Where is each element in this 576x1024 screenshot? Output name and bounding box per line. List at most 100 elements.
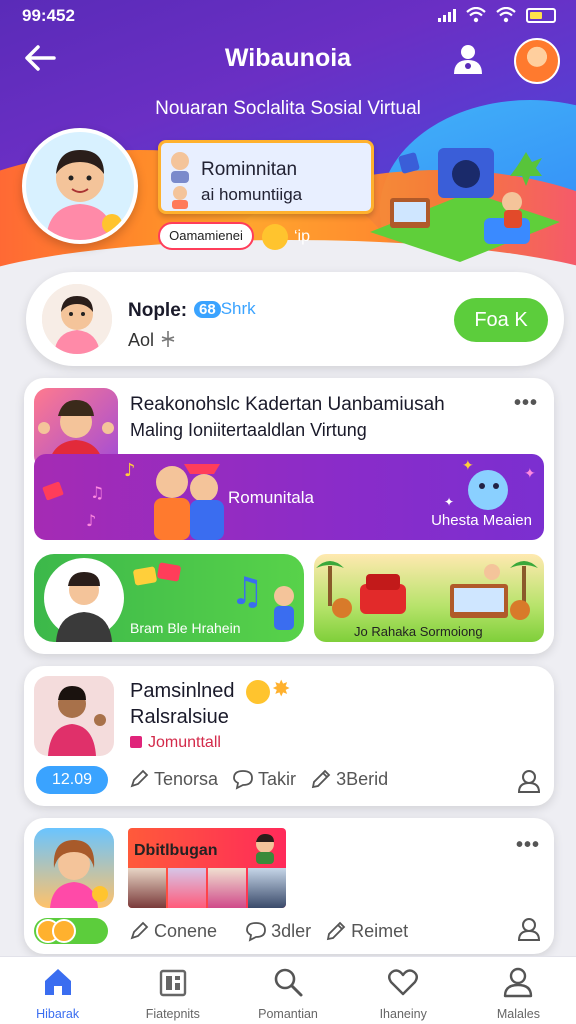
post-media-green-label: Bram Ble Hrahein bbox=[130, 620, 241, 636]
profile-avatar bbox=[42, 284, 112, 354]
smile-emoji-icon bbox=[262, 224, 288, 250]
header-banner: 99:452 Wibaunoia Nouaran Soclalita Sosia… bbox=[0, 0, 576, 282]
post-avatar bbox=[34, 676, 114, 756]
page-title: Wibaunoia bbox=[224, 44, 352, 72]
nav-item-home[interactable]: Hibarak bbox=[0, 957, 115, 1024]
sparkle-icon bbox=[161, 331, 175, 347]
more-options-icon[interactable]: ••• bbox=[516, 834, 540, 857]
action-edit-label: Reimet bbox=[351, 920, 409, 941]
svg-text:♪: ♪ bbox=[86, 511, 96, 530]
heart-icon bbox=[388, 969, 419, 996]
action-pen[interactable]: Conene bbox=[128, 920, 217, 942]
svg-text:✦: ✦ bbox=[462, 458, 474, 474]
action-comment-label: Takir bbox=[258, 768, 297, 789]
comment-icon bbox=[233, 770, 253, 790]
emoji-icon bbox=[246, 680, 270, 704]
post-actions: Conene 3dler Reimet bbox=[128, 920, 408, 942]
like-count-pill[interactable]: 12.09 bbox=[36, 766, 108, 794]
post-media-green[interactable]: ♫ Bram Ble Hrahein bbox=[34, 554, 304, 642]
hero-avatar bbox=[22, 128, 138, 244]
signal-icon bbox=[438, 8, 456, 22]
hero-pill-button[interactable]: Oamamienei bbox=[158, 222, 254, 250]
action-edit-label: 3Berid bbox=[336, 768, 389, 789]
photo-thumbnails bbox=[128, 868, 286, 908]
more-options-icon[interactable]: ••• bbox=[514, 392, 538, 415]
post-card[interactable]: Reakonohslc Kadertan Uanbamiusah Maling … bbox=[24, 378, 554, 654]
profile-sub: Aol bbox=[128, 330, 155, 350]
reaction-emoji-icon bbox=[52, 919, 76, 943]
feed-icon bbox=[159, 969, 186, 997]
action-comment[interactable]: 3dler bbox=[245, 920, 311, 942]
person-icon[interactable] bbox=[516, 916, 542, 942]
post-banner-label: Romunitala bbox=[228, 488, 314, 507]
nav-label-favorites: Ihaneiny bbox=[379, 1007, 427, 1021]
action-pen-label: Conene bbox=[154, 920, 218, 941]
virtual-room-illustration bbox=[370, 148, 560, 262]
pencil-icon bbox=[311, 769, 331, 789]
comment-icon bbox=[246, 922, 266, 942]
profile-badge: 68 Shrk bbox=[194, 299, 256, 319]
status-time: 99:452 bbox=[22, 6, 75, 25]
post-media-strip[interactable]: Dbitlbugan bbox=[128, 828, 286, 908]
post-media-scene[interactable]: Jo Rahaka Sormoiong bbox=[314, 554, 544, 642]
pencil-icon bbox=[326, 921, 346, 941]
nav-item-profile[interactable]: Malales bbox=[461, 957, 576, 1024]
nav-label-profile: Malales bbox=[496, 1007, 540, 1021]
hero-banner-line1: Rominnitan bbox=[201, 159, 298, 180]
profile-badge-text: Shrk bbox=[220, 299, 256, 318]
avatar-illustration bbox=[256, 834, 274, 864]
post-banner-purple[interactable]: ♪ ♫ ♪ ✦ ✦ ✦ Romunitala Uhesta Meaien bbox=[34, 454, 544, 540]
action-edit[interactable]: 3Berid bbox=[310, 768, 388, 790]
reactions-pill[interactable] bbox=[34, 918, 108, 944]
post-card[interactable]: Pamsinlned ✸ Ralsralsiue Jomunttall 12.0… bbox=[24, 666, 554, 806]
page-subtitle: Nouaran Soclalita Sosial Virtual bbox=[155, 98, 421, 119]
svg-text:♫: ♫ bbox=[90, 483, 104, 502]
bottom-nav: Hibarak Fiatepnits Pomantian Ihaneiny Ma… bbox=[0, 956, 576, 1024]
post-card[interactable]: Dbitlbugan ••• Conene 3dler Reimet bbox=[24, 818, 554, 954]
pen-icon bbox=[130, 921, 149, 940]
home-icon bbox=[44, 969, 71, 995]
person-icon[interactable] bbox=[516, 768, 542, 794]
post-actions: Tenorsa Takir 3Berid bbox=[128, 768, 388, 790]
status-bar: 99:452 bbox=[0, 4, 576, 26]
post-media-scene-label: Jo Rahaka Sormoiong bbox=[354, 624, 483, 639]
hero-banner-line2: ai homuntiiga bbox=[201, 185, 303, 204]
profile-icon bbox=[504, 967, 533, 998]
nav-label-feed: Fiatepnits bbox=[145, 1007, 200, 1021]
profile-card[interactable]: Nople: 68 Shrk Aol Foa K bbox=[26, 272, 564, 366]
wifi-icon bbox=[466, 7, 486, 23]
nav-label-home: Hibarak bbox=[36, 1007, 80, 1021]
post-author-handle: Ralsralsiue bbox=[130, 706, 229, 728]
svg-text:✦: ✦ bbox=[444, 495, 454, 509]
search-icon bbox=[274, 968, 303, 997]
nav-item-favorites[interactable]: Ihaneiny bbox=[346, 957, 461, 1024]
character-illustration bbox=[171, 152, 189, 209]
follow-button[interactable]: Foa K bbox=[454, 298, 548, 342]
action-comment[interactable]: Takir bbox=[232, 768, 296, 790]
svg-text:✦: ✦ bbox=[524, 466, 536, 482]
action-pen-label: Tenorsa bbox=[154, 768, 219, 789]
post-banner-sub: Uhesta Meaien bbox=[431, 512, 532, 529]
hero-extra-text: ‘ip bbox=[294, 228, 311, 245]
post-subtitle: Maling Ioniitertaaldlan Virtung bbox=[130, 420, 367, 440]
svg-text:♪: ♪ bbox=[124, 460, 136, 481]
nav-item-feed[interactable]: Fiatepnits bbox=[115, 957, 230, 1024]
post-author-name: Pamsinlned bbox=[130, 680, 235, 702]
star-icon: ✸ bbox=[272, 676, 291, 701]
post-title: Reakonohslc Kadertan Uanbamiusah bbox=[130, 394, 445, 415]
action-comment-label: 3dler bbox=[271, 920, 312, 941]
group-icon[interactable] bbox=[450, 42, 486, 76]
svg-text:♫: ♫ bbox=[230, 569, 264, 613]
post-avatar bbox=[34, 828, 114, 908]
profile-badge-number: 68 bbox=[194, 301, 221, 318]
hero-banner-card[interactable]: Rominnitan ai homuntiiga bbox=[158, 140, 374, 214]
nav-label-search: Pomantian bbox=[258, 1007, 318, 1021]
nav-item-search[interactable]: Pomantian bbox=[230, 957, 345, 1024]
action-pen[interactable]: Tenorsa bbox=[128, 768, 218, 790]
action-edit[interactable]: Reimet bbox=[325, 920, 408, 942]
post-tag[interactable]: Jomunttall bbox=[130, 734, 221, 752]
pen-icon bbox=[130, 769, 149, 788]
user-avatar[interactable] bbox=[514, 38, 560, 84]
profile-name: Nople: bbox=[128, 300, 188, 321]
wifi-icon bbox=[496, 7, 516, 23]
